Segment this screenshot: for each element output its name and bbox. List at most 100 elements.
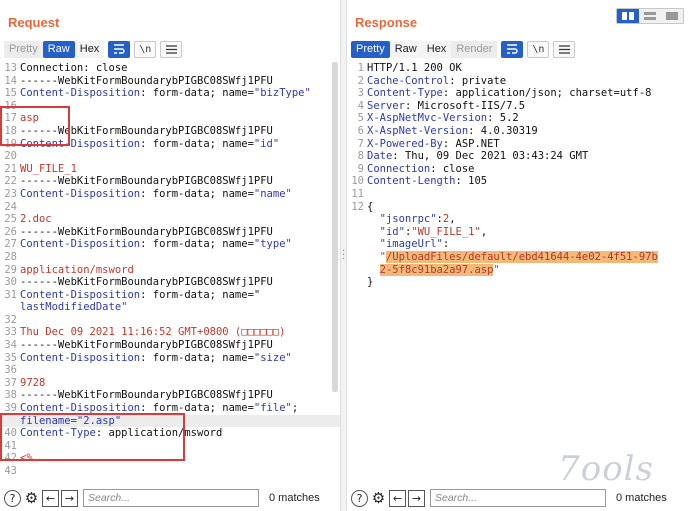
request-code-line[interactable]: 13 Connection: close: [0, 62, 340, 75]
request-code-line[interactable]: 26 ------WebKitFormBoundarybPIGBC08SWfj1P…: [0, 226, 340, 239]
request-code-line[interactable]: 21 WU_FILE_1: [0, 163, 340, 176]
code-token: : ASP.NET: [442, 137, 500, 150]
pane-divider[interactable]: · · ·: [340, 0, 347, 511]
code-token: ,: [449, 213, 456, 226]
line-text: ------WebKitFormBoundarybPIGBC08SWfj1PFU: [20, 389, 340, 402]
gear-icon[interactable]: ⚙: [23, 489, 40, 507]
request-code-line[interactable]: 27 Content-Disposition: form-data; name="…: [0, 238, 340, 251]
line-number: 12: [351, 200, 364, 213]
split-view-icon[interactable]: [617, 9, 639, 23]
request-code-line[interactable]: 14 ------WebKitFormBoundarybPIGBC08SWfj1P…: [0, 75, 340, 88]
request-code-line[interactable]: 24: [0, 201, 340, 214]
request-code-line[interactable]: 28: [0, 251, 340, 264]
request-code-line[interactable]: 15 Content-Disposition: form-data; name="…: [0, 87, 340, 100]
response-code-line[interactable]: 5 X-AspNetMvc-Version: 5.2: [347, 112, 692, 125]
single-view-icon[interactable]: [661, 9, 683, 23]
code-token: : form-data; name=: [140, 87, 254, 100]
response-code-line[interactable]: 10 Content-Length: 105: [347, 175, 692, 188]
newline-toggle-icon[interactable]: \n: [134, 40, 157, 58]
request-code-line[interactable]: 29 application/msword: [0, 264, 340, 277]
request-code-line[interactable]: 25 2.doc: [0, 213, 340, 226]
response-code-line[interactable]: }: [347, 276, 692, 289]
response-tab-render[interactable]: Render: [451, 40, 498, 58]
line-number: 11: [351, 187, 364, 200]
request-code-line[interactable]: 32: [0, 314, 340, 327]
code-token: "bizType": [253, 87, 311, 100]
request-code-line[interactable]: 31 Content-Disposition: form-data; name=": [0, 289, 340, 302]
menu-icon[interactable]: [160, 40, 183, 58]
request-match-count: 0 matches: [269, 492, 320, 504]
response-code-line[interactable]: 4 Server: Microsoft-IIS/7.5: [347, 100, 692, 113]
line-text: [367, 188, 692, 201]
request-code-line[interactable]: 38 ------WebKitFormBoundarybPIGBC08SWfj1P…: [0, 389, 340, 402]
response-tab-raw[interactable]: Raw: [389, 40, 422, 58]
line-number: 30: [4, 276, 17, 289]
response-code-line[interactable]: 2-5f8c91ba2a97.asp": [347, 263, 692, 277]
request-code-line[interactable]: 34 ------WebKitFormBoundarybPIGBC08SWfj1P…: [0, 339, 340, 352]
response-code-line[interactable]: 11: [347, 188, 692, 201]
code-token: HTTP/1.1 200 OK: [367, 62, 462, 74]
response-code-line[interactable]: "/UploadFiles/default/ebd41644-4e02-4f51…: [347, 250, 692, 264]
code-token: ------WebKitFormBoundarybPIGBC08SWfj1PFU: [20, 276, 273, 289]
response-search-input[interactable]: Search...: [430, 489, 606, 507]
request-code-line[interactable]: 43: [0, 465, 340, 478]
request-code-line[interactable]: 30 ------WebKitFormBoundarybPIGBC08SWfj1P…: [0, 276, 340, 289]
wrap-lines-icon[interactable]: [501, 40, 524, 58]
code-token: Cache-Control: [367, 74, 450, 87]
code-token: : Thu, 09 Dec 2021 03:43:24 GMT: [392, 150, 589, 163]
arrow-right-icon[interactable]: →: [61, 489, 78, 507]
line-number: 15: [4, 87, 17, 100]
response-code-line[interactable]: 1 HTTP/1.1 200 OK: [347, 62, 692, 75]
request-code-line[interactable]: 35 Content-Disposition: form-data; name="…: [0, 352, 340, 365]
request-code-line[interactable]: 37 9728: [0, 377, 340, 390]
code-token: Server: [367, 99, 405, 112]
response-code-line[interactable]: 8 Date: Thu, 09 Dec 2021 03:43:24 GMT: [347, 150, 692, 163]
line-text: [20, 364, 340, 377]
line-number: 43: [4, 465, 17, 477]
code-token: : application/json; charset=utf-8: [442, 87, 652, 100]
request-scrollbar[interactable]: [332, 62, 338, 392]
request-tab-raw[interactable]: Raw: [42, 40, 75, 58]
response-code-line[interactable]: "id":"WU_FILE_1",: [347, 226, 692, 239]
line-text: Content-Disposition: form-data; name="ty…: [20, 238, 340, 251]
newline-toggle-icon[interactable]: \n: [527, 40, 550, 58]
code-token: X-AspNet-Version: [367, 124, 469, 137]
response-code-line[interactable]: 2 Cache-Control: private: [347, 75, 692, 88]
request-code-line[interactable]: 22 ------WebKitFormBoundarybPIGBC08SWfj1P…: [0, 175, 340, 188]
request-code-line[interactable]: lastModifiedDate": [0, 301, 340, 314]
help-icon[interactable]: ?: [351, 489, 368, 507]
request-code-line[interactable]: 33 Thu Dec 09 2021 11:16:52 GMT+0800 (□□□…: [0, 326, 340, 339]
horizontal-view-icon[interactable]: [639, 9, 661, 23]
line-text: application/msword: [20, 264, 340, 277]
request-code-line[interactable]: 23 Content-Disposition: form-data; name="…: [0, 188, 340, 201]
line-text: "/UploadFiles/default/ebd41644-4e02-4f51…: [367, 250, 692, 264]
response-code-line[interactable]: 9 Connection: close: [347, 163, 692, 176]
response-tab-pretty[interactable]: Pretty: [351, 40, 390, 58]
response-code-line[interactable]: 6 X-AspNet-Version: 4.0.30319: [347, 125, 692, 138]
request-tab-hex[interactable]: Hex: [74, 40, 105, 58]
gear-icon[interactable]: ⚙: [370, 489, 387, 507]
response-code-line[interactable]: 3 Content-Type: application/json; charset…: [347, 87, 692, 100]
request-search-input[interactable]: Search...: [83, 489, 259, 507]
menu-icon[interactable]: [553, 40, 576, 58]
response-code-line[interactable]: "imageUrl":: [347, 238, 692, 251]
code-token: 2-5f8c91ba2a97.asp: [379, 263, 494, 276]
line-number: 37: [4, 376, 17, 389]
arrow-left-icon[interactable]: ←: [389, 489, 406, 507]
response-code-line[interactable]: 12{: [347, 201, 692, 214]
code-token: ------WebKitFormBoundarybPIGBC08SWfj1PFU: [20, 175, 273, 188]
request-code-line[interactable]: 36: [0, 364, 340, 377]
request-tab-pretty[interactable]: Pretty: [4, 40, 43, 58]
response-code-line[interactable]: 7 X-Powered-By: ASP.NET: [347, 138, 692, 151]
arrow-left-icon[interactable]: ←: [42, 489, 59, 507]
response-tab-hex[interactable]: Hex: [421, 40, 452, 58]
response-code-line[interactable]: "jsonrpc":2,: [347, 213, 692, 226]
request-code-line[interactable]: 20: [0, 150, 340, 163]
line-number: 32: [4, 313, 17, 326]
line-text: Content-Disposition: form-data; name="si…: [20, 352, 340, 365]
wrap-lines-icon[interactable]: [108, 40, 131, 58]
arrow-right-icon[interactable]: →: [408, 489, 425, 507]
response-editor[interactable]: 1 HTTP/1.1 200 OK 2 Cache-Control: private 3…: [347, 62, 692, 485]
help-icon[interactable]: ?: [4, 489, 21, 507]
code-token: Date: [367, 150, 393, 163]
